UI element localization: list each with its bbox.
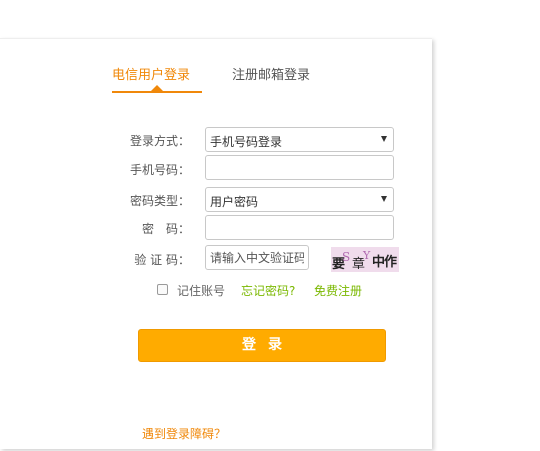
captcha-label: 验 证 码： (134, 253, 190, 267)
phone-label: 手机号码： (129, 163, 190, 177)
remember-account-checkbox[interactable] (157, 284, 168, 295)
dropdown-arrow-icon (381, 136, 387, 142)
phone-input[interactable] (205, 155, 394, 180)
tab-telecom-user-login[interactable]: 电信用户登录 (112, 64, 190, 83)
login-method-label: 登录方式： (129, 134, 190, 148)
login-button[interactable]: 登录 (138, 329, 386, 362)
tab-email-login[interactable]: 注册邮箱登录 (232, 64, 310, 83)
remember-account-label[interactable]: 记住账号 (177, 282, 225, 299)
captcha-image[interactable]: 要 S 章 Y 中 作 (331, 247, 399, 272)
free-register-link[interactable]: 免费注册 (314, 282, 362, 299)
captcha-char: S (342, 250, 351, 264)
login-method-value: 手机号码登录 (210, 135, 283, 149)
captcha-input[interactable] (205, 245, 309, 270)
forgot-password-link[interactable]: 忘记密码? (241, 282, 295, 299)
login-method-select[interactable]: 手机号码登录 (205, 127, 394, 152)
dropdown-arrow-icon (381, 196, 387, 202)
active-tab-underline (112, 91, 202, 93)
captcha-char: 作 (384, 255, 398, 270)
password-type-value: 用户密码 (210, 195, 259, 209)
captcha-char: Y (363, 249, 371, 262)
password-input[interactable] (205, 215, 394, 240)
password-type-label: 密码类型： (129, 194, 190, 208)
password-label: 密 码： (141, 222, 190, 236)
login-trouble-link[interactable]: 遇到登录障碍？ (142, 425, 226, 442)
caret-up-icon (151, 85, 163, 91)
password-type-select[interactable]: 用户密码 (205, 187, 394, 212)
login-panel (0, 38, 432, 449)
